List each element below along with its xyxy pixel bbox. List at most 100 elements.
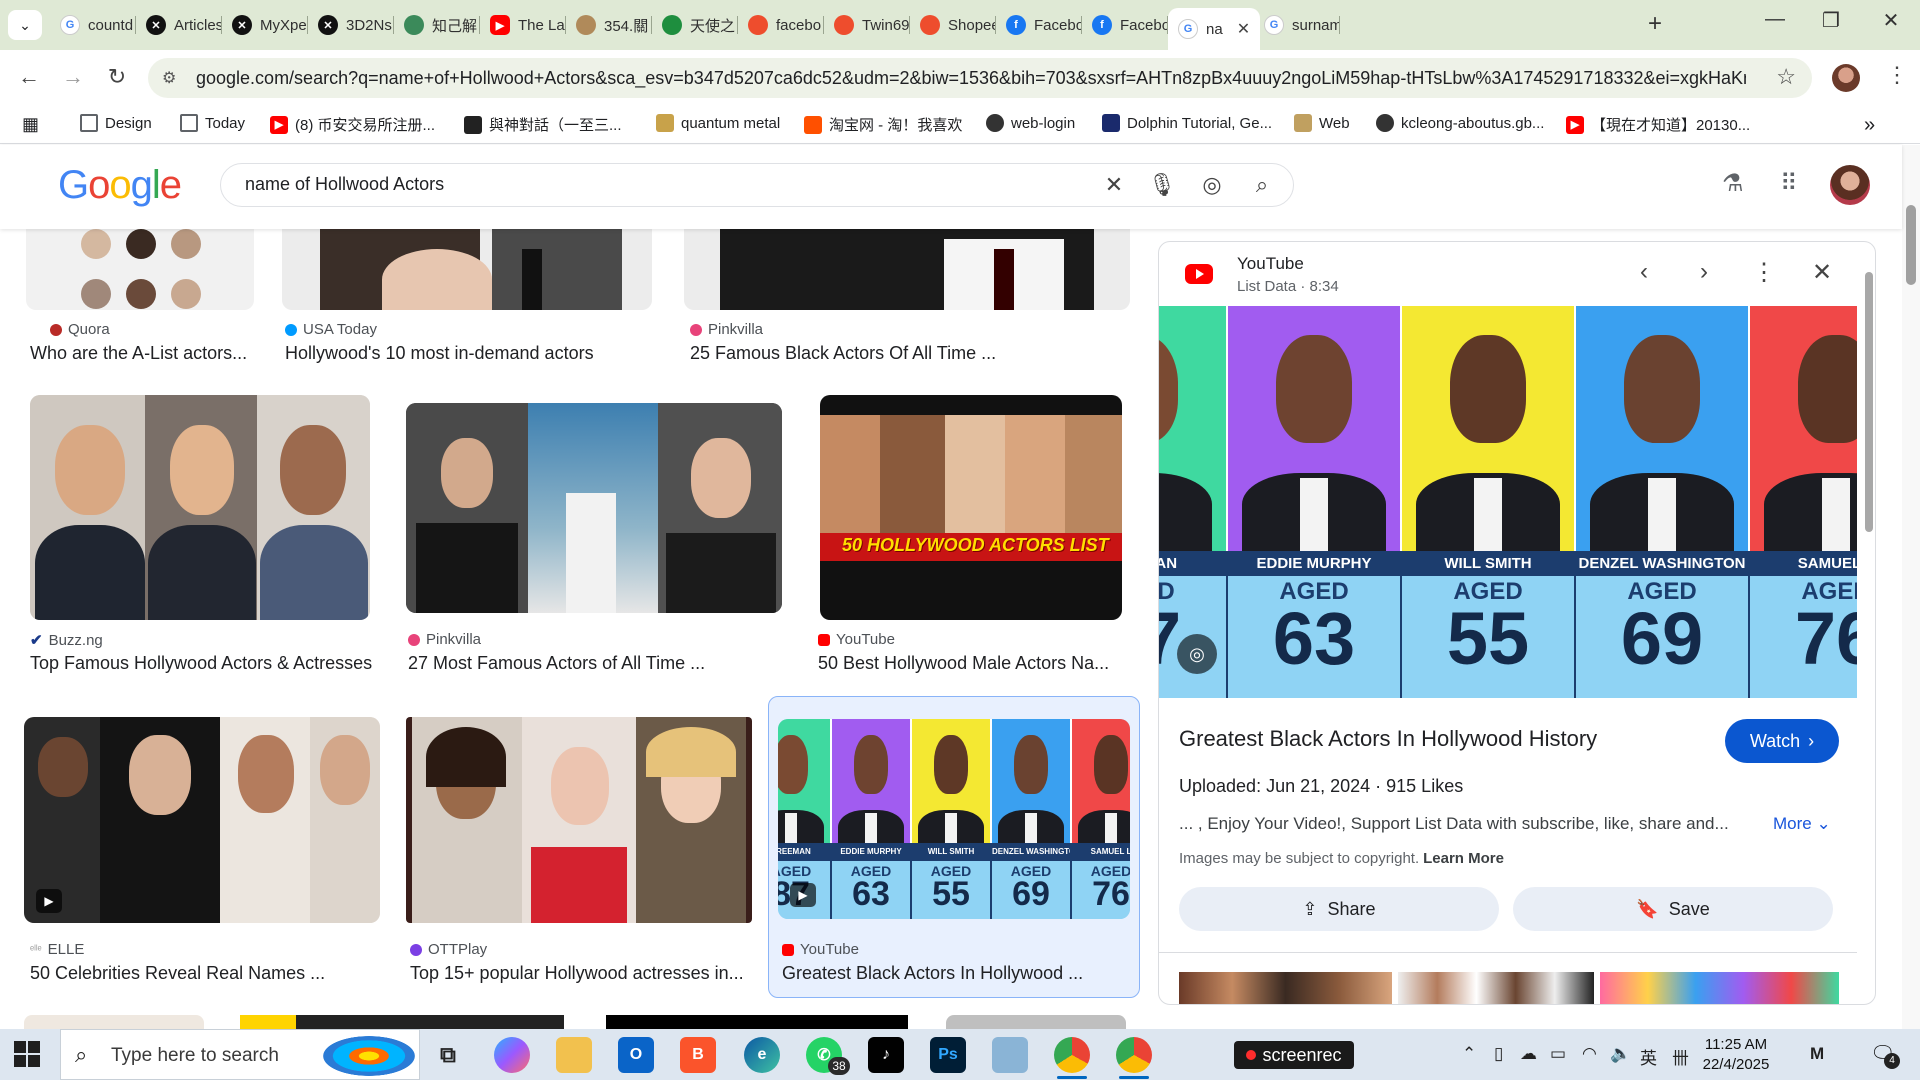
show-hidden-icons[interactable]: ⌃ bbox=[1462, 1044, 1476, 1064]
browser-tab[interactable]: facebo bbox=[738, 8, 824, 42]
outlook-icon[interactable]: O bbox=[618, 1037, 654, 1073]
reload-button[interactable]: ↻ bbox=[102, 64, 132, 90]
preview-title[interactable]: Greatest Black Actors In Hollywood Histo… bbox=[1179, 726, 1597, 752]
photoshop-icon[interactable]: Ps bbox=[930, 1037, 966, 1073]
brave-icon[interactable]: B bbox=[680, 1037, 716, 1073]
browser-menu-icon[interactable]: ⋮ bbox=[1886, 62, 1908, 88]
browser-tab[interactable]: ▶ The La bbox=[480, 8, 566, 42]
result-card-peek[interactable] bbox=[240, 1015, 564, 1029]
lens-search-icon[interactable]: ◎ bbox=[1197, 172, 1227, 198]
bookmark-item[interactable]: Design bbox=[80, 114, 152, 132]
copilot-icon[interactable] bbox=[494, 1037, 530, 1073]
result-thumbnail[interactable] bbox=[30, 395, 370, 620]
chrome-icon[interactable] bbox=[1054, 1037, 1090, 1073]
profile-avatar[interactable] bbox=[1832, 64, 1860, 92]
phone-link-icon[interactable]: ▯ bbox=[1494, 1044, 1503, 1064]
more-bookmarks-icon[interactable]: » bbox=[1864, 114, 1875, 137]
voice-search-icon[interactable]: 🎙 bbox=[1147, 172, 1177, 198]
bookmark-item[interactable]: Today bbox=[180, 114, 245, 132]
volume-icon[interactable]: 🔈 bbox=[1610, 1044, 1631, 1064]
search-box[interactable]: ✕ 🎙 ◎ ⌕ bbox=[220, 163, 1294, 207]
browser-tab[interactable]: Twin69 bbox=[824, 8, 910, 42]
tiktok-icon[interactable]: ♪ bbox=[868, 1037, 904, 1073]
watch-button[interactable]: Watch › bbox=[1725, 719, 1839, 763]
forward-button[interactable]: → bbox=[58, 64, 88, 90]
address-bar[interactable]: ⚙ google.com/search?q=name+of+Hollwood+A… bbox=[148, 58, 1812, 98]
browser-tab[interactable]: Gsurnam bbox=[1254, 8, 1340, 42]
close-preview-icon[interactable]: ✕ bbox=[1807, 258, 1837, 287]
browser-tab[interactable]: 354.關 bbox=[566, 8, 652, 42]
bookmark-item[interactable]: quantum metal bbox=[656, 114, 780, 132]
result-thumbnail[interactable] bbox=[26, 229, 254, 310]
apps-grid-icon[interactable]: ▦ bbox=[22, 114, 39, 135]
ime-grid-icon[interactable]: 卌 bbox=[1672, 1044, 1689, 1069]
windows-start-icon[interactable] bbox=[14, 1041, 40, 1067]
result-title[interactable]: Who are the A-List actors... bbox=[30, 343, 260, 364]
result-thumbnail[interactable] bbox=[684, 229, 1130, 310]
result-title[interactable]: 27 Most Famous Actors of All Time ... bbox=[408, 653, 788, 674]
preview-image[interactable]: FREEMANAGED87EDDIE MURPHYAGED63WILL SMIT… bbox=[1159, 306, 1857, 698]
app-icon[interactable] bbox=[992, 1037, 1028, 1073]
result-title[interactable]: 25 Famous Black Actors Of All Time ... bbox=[690, 343, 1120, 364]
result-thumbnail[interactable]: 50 HOLLYWOOD ACTORS LIST bbox=[820, 395, 1122, 620]
google-logo[interactable]: Google bbox=[58, 163, 182, 208]
browser-tab[interactable]: 天使之 bbox=[652, 8, 738, 42]
related-image[interactable] bbox=[1599, 972, 1839, 1004]
back-button[interactable]: ← bbox=[14, 64, 44, 90]
related-image[interactable] bbox=[1179, 972, 1393, 1004]
minimize-button[interactable]: — bbox=[1752, 8, 1798, 31]
result-card-youtube-1[interactable]: 50 HOLLYWOOD ACTORS LIST bbox=[820, 395, 1122, 620]
result-card-peek[interactable] bbox=[946, 1015, 1126, 1029]
search-icon[interactable]: ⌕ bbox=[1247, 172, 1277, 198]
result-card-buzzng[interactable] bbox=[30, 395, 370, 620]
more-options-icon[interactable]: ⋮ bbox=[1749, 258, 1779, 287]
result-thumbnail[interactable] bbox=[406, 717, 752, 923]
related-image[interactable] bbox=[1398, 972, 1594, 1004]
bookmark-item[interactable]: Dolphin Tutorial, Ge... bbox=[1102, 114, 1272, 132]
account-avatar[interactable] bbox=[1830, 165, 1870, 205]
bookmark-item[interactable]: 淘宝网 - 淘！我喜欢 bbox=[804, 114, 962, 135]
next-result-icon[interactable]: › bbox=[1689, 258, 1719, 286]
search-input[interactable] bbox=[245, 174, 1045, 195]
browser-tab[interactable]: ✕ MyXpe bbox=[222, 8, 308, 42]
url-text[interactable]: google.com/search?q=name+of+Hollwood+Act… bbox=[196, 68, 1746, 89]
page-scrollbar[interactable] bbox=[1902, 145, 1920, 1029]
result-title[interactable]: Greatest Black Actors In Hollywood ... bbox=[782, 963, 1132, 984]
result-card-peek[interactable] bbox=[606, 1015, 908, 1029]
google-apps-icon[interactable]: ⠿ bbox=[1780, 169, 1798, 198]
browser-tab[interactable]: f Facebo bbox=[996, 8, 1082, 42]
bookmark-star-icon[interactable]: ☆ bbox=[1776, 64, 1796, 90]
learn-more-link[interactable]: Learn More bbox=[1423, 850, 1504, 867]
result-title[interactable]: Hollywood's 10 most in-demand actors bbox=[285, 343, 665, 364]
result-card-pinkvilla-2[interactable] bbox=[406, 403, 782, 613]
tab-search-button[interactable]: ⌄ bbox=[8, 10, 42, 40]
result-title[interactable]: Top 15+ popular Hollywood actresses in..… bbox=[410, 963, 750, 984]
browser-tab[interactable]: f Facebo bbox=[1082, 8, 1168, 42]
bookmark-item[interactable]: ▶ 【現在才知道】20130... bbox=[1566, 114, 1750, 135]
previous-result-icon[interactable]: ‹ bbox=[1629, 258, 1659, 286]
close-tab-icon[interactable]: ✕ bbox=[1237, 19, 1250, 39]
share-button[interactable]: ⇪ Share bbox=[1179, 887, 1499, 931]
edge-icon[interactable]: e bbox=[744, 1037, 780, 1073]
bookmark-item[interactable]: 與神對話（一至三... bbox=[464, 114, 622, 135]
preview-source[interactable]: YouTube bbox=[1237, 254, 1304, 274]
result-title[interactable]: Top Famous Hollywood Actors & Actresses bbox=[30, 653, 390, 674]
more-button[interactable]: More ⌄ bbox=[1773, 814, 1831, 834]
result-thumbnail[interactable] bbox=[406, 403, 782, 613]
result-card-usatoday[interactable] bbox=[282, 229, 652, 319]
preview-scrollbar[interactable] bbox=[1863, 252, 1875, 996]
widget-icon[interactable]: M bbox=[1810, 1044, 1824, 1064]
browser-tab[interactable]: ✕ 3D2Ns bbox=[308, 8, 394, 42]
new-tab-button[interactable]: + bbox=[1648, 10, 1662, 38]
clear-search-icon[interactable]: ✕ bbox=[1099, 172, 1129, 198]
bookmark-item[interactable]: web-login bbox=[986, 114, 1075, 132]
screenrec-button[interactable]: screenrec bbox=[1234, 1041, 1354, 1069]
wifi-icon[interactable]: ◠ bbox=[1582, 1044, 1597, 1064]
result-title[interactable]: 50 Celebrities Reveal Real Names ... bbox=[30, 963, 380, 984]
browser-tab[interactable]: 知己解 bbox=[394, 8, 480, 42]
save-button[interactable]: 🔖 Save bbox=[1513, 887, 1833, 931]
result-card-quora[interactable] bbox=[26, 229, 254, 319]
result-thumbnail[interactable]: FREEMANAGED87EDDIE MURPHYAGED63WILL SMIT… bbox=[778, 719, 1130, 919]
result-thumbnail[interactable] bbox=[282, 229, 652, 310]
result-card-elle[interactable]: ▶ bbox=[24, 717, 380, 923]
